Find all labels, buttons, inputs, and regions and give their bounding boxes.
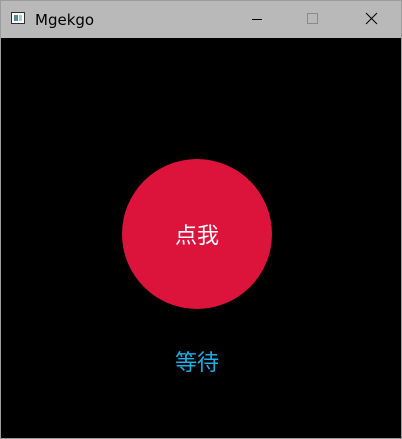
minimize-icon: [252, 19, 262, 20]
window-title: Mgekgo: [35, 11, 95, 29]
maximize-button[interactable]: [289, 1, 335, 38]
close-icon: [365, 12, 378, 25]
title-bar[interactable]: Mgekgo: [1, 1, 401, 38]
close-button[interactable]: [349, 1, 395, 38]
app-window: Mgekgo 点我 等待: [0, 0, 402, 439]
click-me-button[interactable]: 点我: [122, 159, 272, 309]
client-area: 点我 等待: [1, 38, 401, 438]
maximize-icon: [307, 13, 318, 24]
minimize-button[interactable]: [233, 1, 279, 38]
app-window-icon: [11, 12, 25, 24]
status-label: 等待: [174, 351, 219, 376]
